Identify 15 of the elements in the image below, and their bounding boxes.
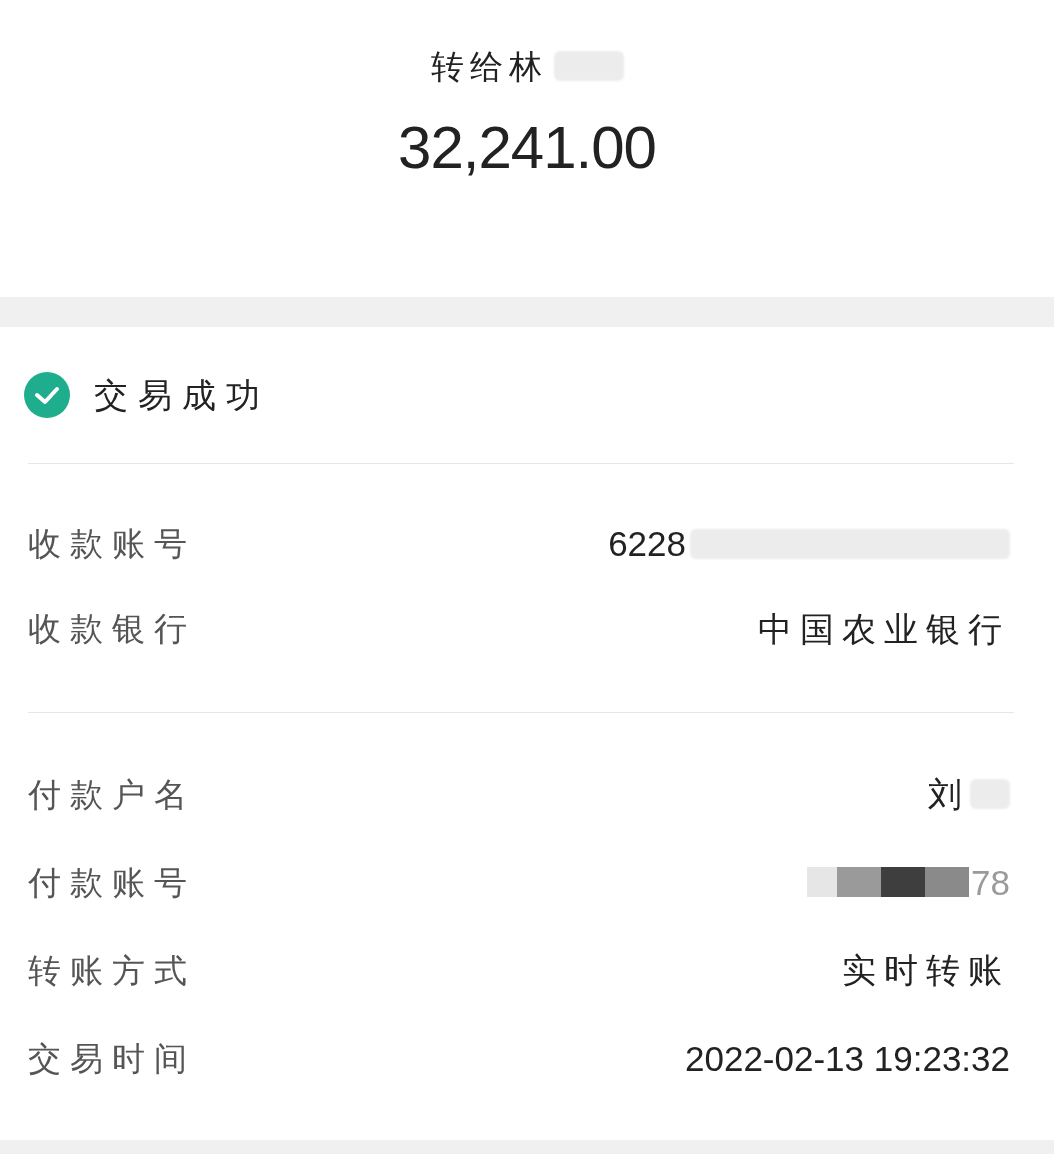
field-value: 实时转账: [842, 953, 1010, 987]
field-label: 转账方式: [28, 953, 196, 987]
field-value: 2022-02-13 19:23:32: [685, 1040, 1010, 1076]
field-label: 收款账号: [28, 527, 196, 560]
field-label: 付款户名: [28, 777, 196, 811]
field-value: 中国农业银行: [758, 611, 1010, 646]
field-value: 6228: [608, 526, 686, 561]
status-label: 交易成功: [94, 378, 270, 412]
field-value: 78: [971, 864, 1010, 900]
amount: 32,241.00: [398, 118, 656, 178]
field-value: 刘: [928, 777, 970, 811]
field-label: 付款账号: [28, 865, 196, 899]
recipient-name: 转给林: [430, 49, 548, 83]
field-label: 收款银行: [28, 612, 196, 645]
field-label: 交易时间: [28, 1041, 196, 1075]
